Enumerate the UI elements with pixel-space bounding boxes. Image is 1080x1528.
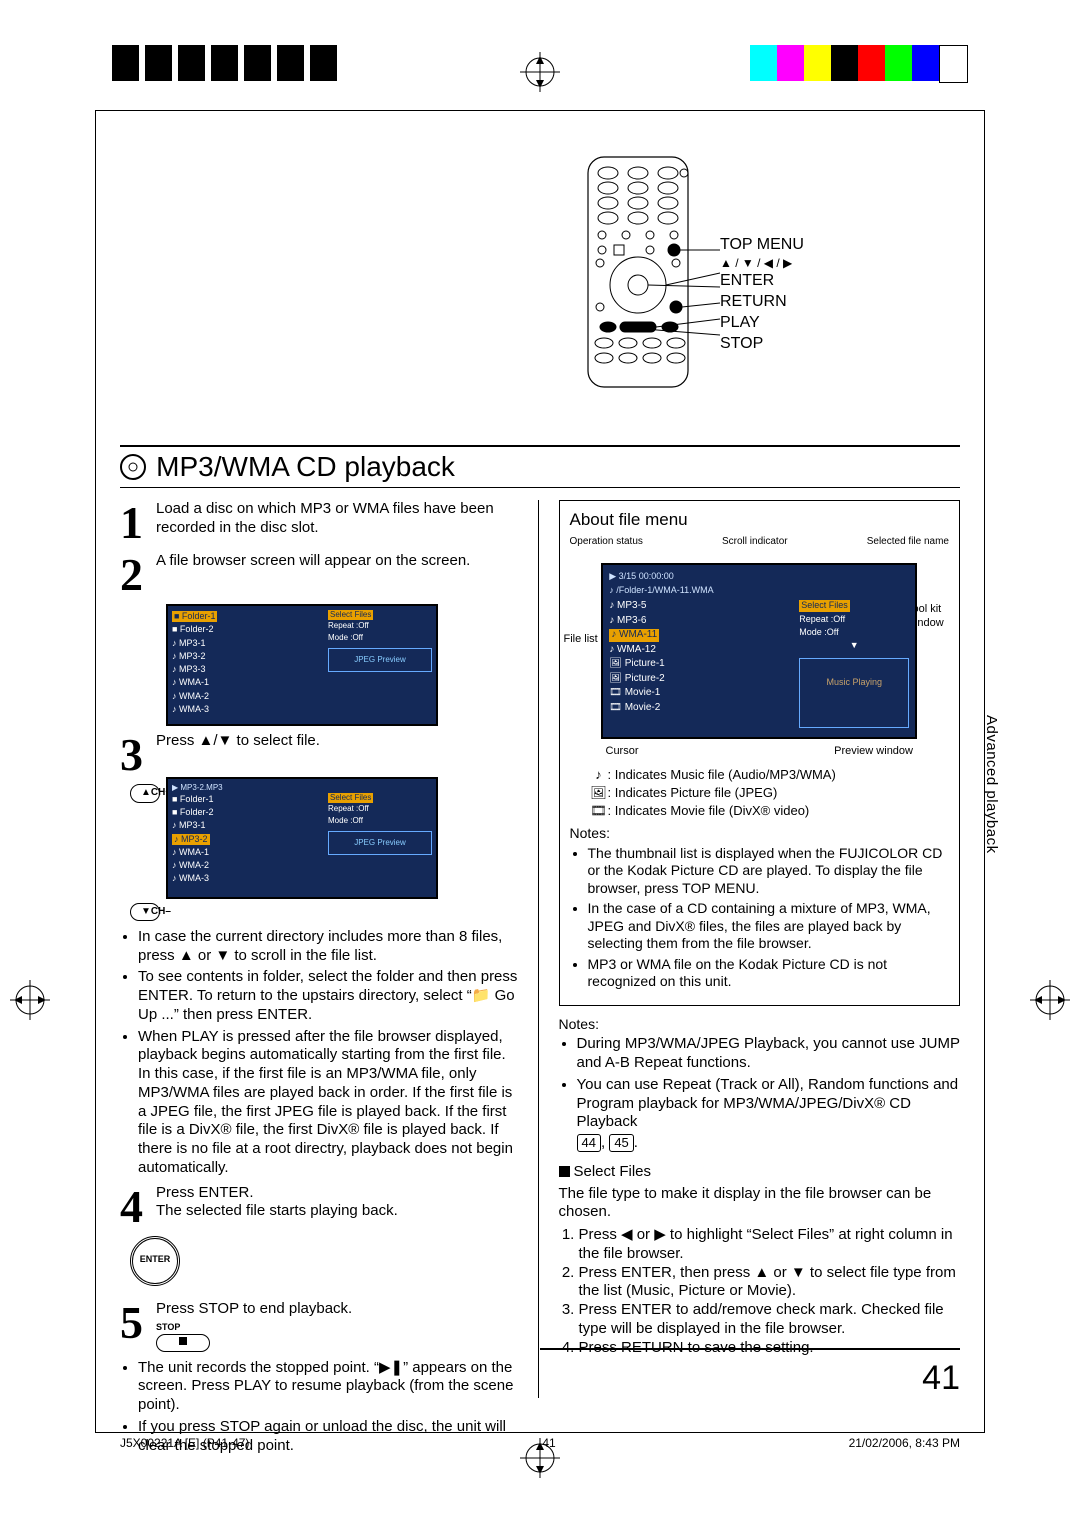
remote-label-play: PLAY <box>720 313 804 334</box>
enter-button-icon: ENTER <box>130 1236 180 1286</box>
select-files-section: Select Files The file type to make it di… <box>559 1163 961 1358</box>
legend-movie: 🎞: Indicates Movie file (DivX® video) <box>590 803 950 819</box>
step-4: 4 Press ENTER. The selected file starts … <box>120 1184 522 1230</box>
disc-icon <box>120 454 146 480</box>
left-column: 1 Load a disc on which MP3 or WMA files … <box>120 500 539 1398</box>
ch-down-button: ▼CH– <box>130 903 160 922</box>
remote-icon <box>580 155 710 395</box>
remote-diagram: TOP MENU ▲ / ▼ / ◀ / ▶ ENTER RETURN PLAY… <box>580 155 930 405</box>
step-1: 1 Load a disc on which MP3 or WMA files … <box>120 500 522 546</box>
step-5: 5 Press STOP to end playback. STOP <box>120 1300 522 1353</box>
manual-page: TOP MENU ▲ / ▼ / ◀ / ▶ ENTER RETURN PLAY… <box>0 0 1080 1528</box>
step-2: 2 A file browser screen will appear on t… <box>120 552 522 598</box>
registration-mark-icon <box>520 52 560 92</box>
remote-label-stop: STOP <box>720 334 804 355</box>
registration-mark-icon <box>1030 980 1070 1024</box>
page-ref: 45 <box>609 1134 633 1152</box>
page-footer: J5X00221A [E] (P41-47) 41 21/02/2006, 8:… <box>120 1436 960 1450</box>
stop-button-icon <box>156 1334 210 1353</box>
legend-picture: 🖼: Indicates Picture file (JPEG) <box>590 785 950 801</box>
file-menu-title: About file menu <box>570 509 950 530</box>
select-files-steps: Press ◀ or ▶ to highlight “Select Files”… <box>579 1226 961 1357</box>
bw-bar <box>112 45 343 81</box>
ch-up-button: ▲CH+ <box>130 784 160 803</box>
remote-label-return: RETURN <box>720 292 804 313</box>
step-3: 3 Press ▲/▼ to select file. <box>120 732 522 778</box>
page-ref: 44 <box>577 1134 601 1152</box>
registration-mark-icon <box>10 980 50 1024</box>
side-tab: Advanced playback <box>983 715 1000 854</box>
file-menu-box: About file menu Operation status Scroll … <box>559 500 961 1006</box>
file-menu-screenshot: ▶ 3/15 00:00:00 ♪ /Folder-1/WMA-11.WMA ♪… <box>601 563 917 739</box>
page-number: 41 <box>922 1359 960 1398</box>
remote-label-enter: ENTER <box>720 271 804 292</box>
section-heading: MP3/WMA CD playback <box>120 445 960 483</box>
step-3-notes: In case the current directory includes m… <box>120 928 522 1178</box>
legend-music: ♪: Indicates Music file (Audio/MP3/WMA) <box>590 767 950 783</box>
right-column: About file menu Operation status Scroll … <box>557 500 961 1398</box>
remote-label-topmenu: TOP MENU <box>720 235 804 256</box>
file-browser-screenshot: ▶ MP3-2.MP3 ■ Folder-1■ Folder-2♪ MP3-1♪… <box>166 777 438 899</box>
color-bar <box>750 45 968 81</box>
remote-label-arrows: ▲ / ▼ / ◀ / ▶ <box>720 256 804 272</box>
file-menu-notes: The thumbnail list is displayed when the… <box>570 845 950 991</box>
section-title: MP3/WMA CD playback <box>156 451 455 482</box>
file-browser-screenshot: ■ Folder-1■ Folder-2♪ MP3-1♪ MP3-2♪ MP3-… <box>166 604 438 726</box>
outer-notes: During MP3/WMA/JPEG Playback, you cannot… <box>559 1035 961 1132</box>
